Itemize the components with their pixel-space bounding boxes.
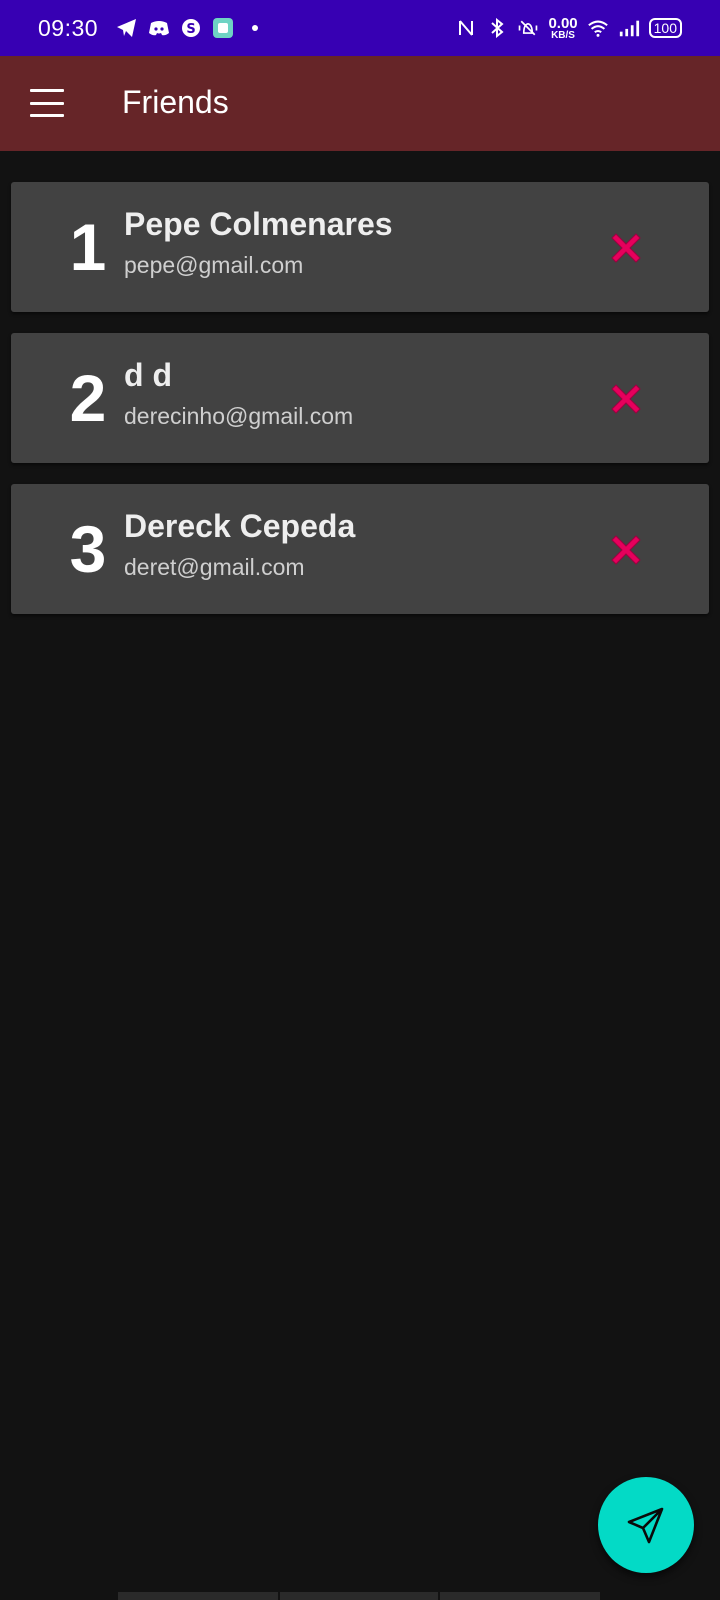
delete-friend-button[interactable] bbox=[606, 228, 646, 268]
app-icon bbox=[212, 17, 234, 39]
nfc-icon bbox=[455, 17, 477, 39]
send-icon bbox=[627, 1507, 664, 1544]
close-icon bbox=[611, 384, 641, 414]
bottom-tab-handle bbox=[118, 1592, 278, 1600]
friends-list: 1 Pepe Colmenares pepe@gmail.com 2 d d d… bbox=[11, 182, 709, 635]
friend-index: 3 bbox=[69, 512, 107, 586]
send-button[interactable] bbox=[598, 1477, 694, 1573]
battery-icon: 100 bbox=[648, 18, 682, 38]
friend-name: Dereck Cepeda bbox=[124, 508, 356, 544]
app-bar: Friends bbox=[0, 56, 720, 151]
page-title: Friends bbox=[122, 84, 229, 120]
delete-friend-button[interactable] bbox=[606, 379, 646, 419]
net-speed-unit: KB/S bbox=[551, 29, 575, 41]
bluetooth-icon bbox=[486, 17, 508, 39]
friend-email: pepe@gmail.com bbox=[124, 252, 304, 278]
status-right: 0.00 KB/S 100 bbox=[455, 16, 682, 41]
signal-icon bbox=[618, 17, 640, 39]
friend-index: 2 bbox=[69, 361, 107, 435]
friend-index: 1 bbox=[69, 210, 107, 284]
friend-email: deret@gmail.com bbox=[124, 554, 305, 580]
friend-card[interactable]: 2 d d derecinho@gmail.com bbox=[11, 333, 709, 463]
status-bar: 09:30 S 0.00 KB/S 100 bbox=[0, 0, 720, 56]
friend-name: Pepe Colmenares bbox=[124, 206, 393, 242]
dot-icon bbox=[244, 17, 266, 39]
wifi-icon bbox=[587, 17, 609, 39]
bottom-tab-handle bbox=[280, 1592, 438, 1600]
close-icon bbox=[611, 233, 641, 263]
net-speed: 0.00 KB/S bbox=[548, 16, 577, 41]
svg-text:S: S bbox=[186, 22, 195, 37]
friend-card[interactable]: 1 Pepe Colmenares pepe@gmail.com bbox=[11, 182, 709, 312]
friend-name: d d bbox=[124, 357, 172, 393]
vibrate-icon bbox=[517, 17, 539, 39]
net-speed-value: 0.00 bbox=[548, 14, 578, 32]
discord-icon bbox=[148, 17, 170, 39]
hamburger-menu-icon[interactable] bbox=[27, 86, 67, 120]
telegram-icon bbox=[116, 17, 138, 39]
bottom-tab-handle bbox=[440, 1592, 600, 1600]
status-time: 09:30 bbox=[38, 14, 99, 41]
status-left: 09:30 S bbox=[38, 15, 266, 42]
friend-email: derecinho@gmail.com bbox=[124, 403, 354, 429]
skype-icon: S bbox=[180, 17, 202, 39]
friend-card[interactable]: 3 Dereck Cepeda deret@gmail.com bbox=[11, 484, 709, 614]
close-icon bbox=[611, 535, 641, 565]
delete-friend-button[interactable] bbox=[606, 530, 646, 570]
